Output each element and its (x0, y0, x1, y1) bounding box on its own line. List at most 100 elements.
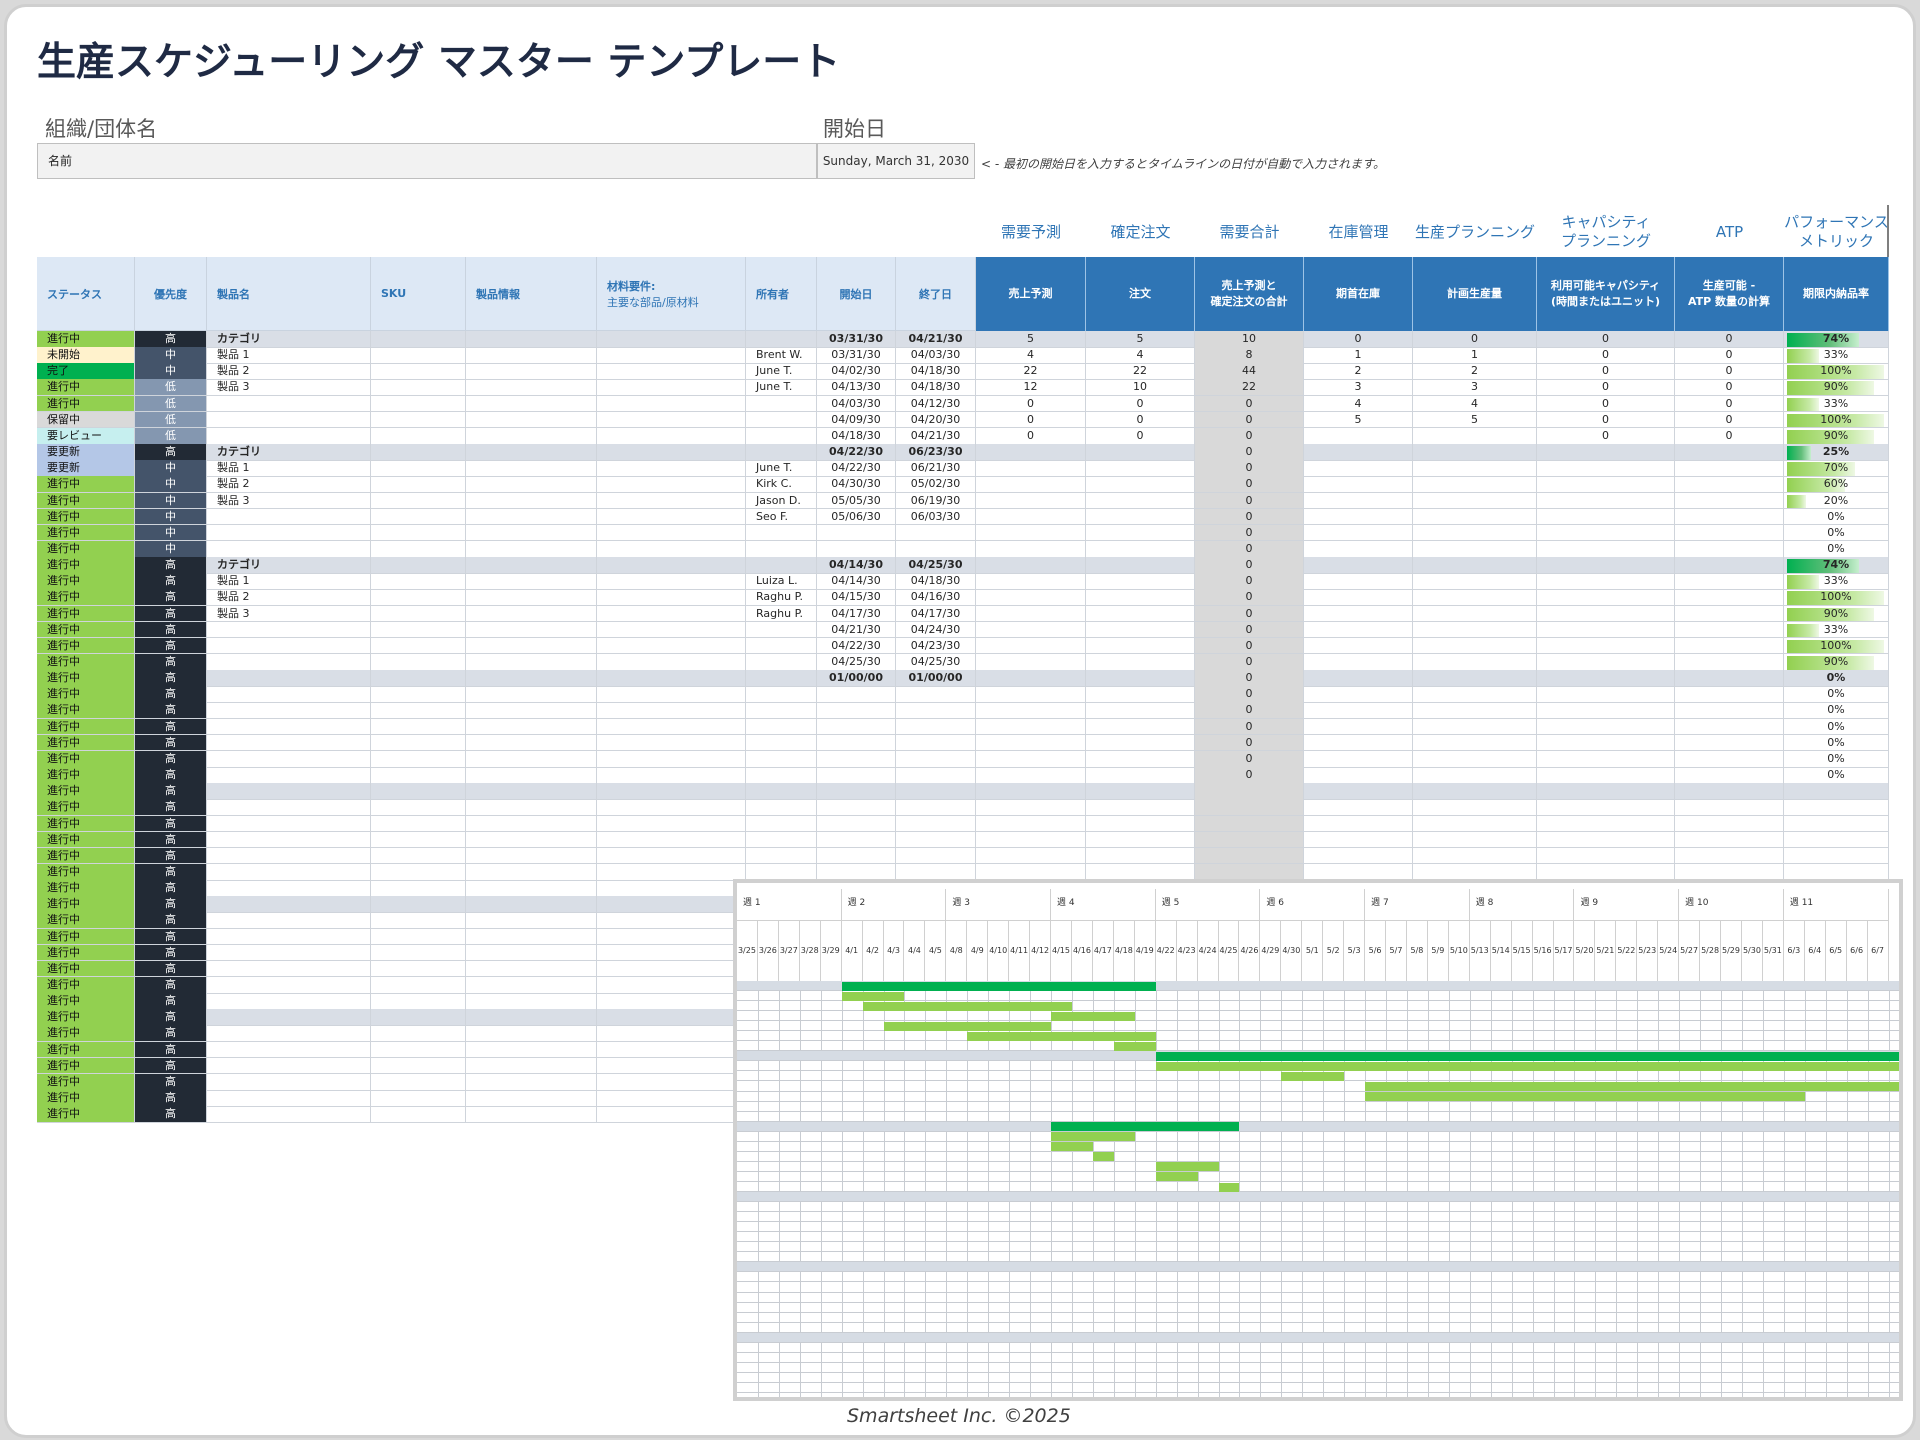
blank-cell[interactable] (371, 557, 466, 574)
owner-cell[interactable]: Brent W. (746, 347, 817, 364)
start-cell[interactable]: 05/05/30 (817, 492, 896, 510)
product-name-cell[interactable] (207, 750, 371, 768)
capacity-cell[interactable] (1537, 654, 1675, 671)
gantt-task-bar[interactable] (883, 1021, 1052, 1031)
blank-cell[interactable] (466, 492, 597, 510)
inventory-cell[interactable] (1304, 702, 1413, 720)
blank-cell[interactable] (371, 928, 466, 946)
planned-cell[interactable] (1413, 670, 1537, 687)
orders-cell[interactable] (1086, 573, 1195, 590)
atp-cell[interactable] (1675, 540, 1784, 558)
blank-cell[interactable] (597, 750, 746, 768)
planned-cell[interactable] (1413, 654, 1537, 671)
on-time-rate-cell[interactable]: 0% (1784, 767, 1889, 784)
column-header-8[interactable]: 開始日 (817, 257, 896, 331)
end-cell[interactable] (896, 524, 976, 542)
orders-cell[interactable] (1086, 508, 1195, 526)
planned-cell[interactable] (1413, 750, 1537, 768)
blank-cell[interactable] (466, 977, 597, 994)
blank-cell[interactable] (466, 540, 597, 558)
product-name-cell[interactable] (207, 896, 371, 913)
blank-cell[interactable] (371, 831, 466, 849)
owner-cell[interactable]: June T. (746, 379, 817, 397)
start-cell[interactable]: 04/13/30 (817, 379, 896, 397)
forecast-cell[interactable] (976, 767, 1086, 784)
atp-cell[interactable] (1675, 734, 1784, 752)
blank-cell[interactable] (466, 686, 597, 703)
start-cell[interactable]: 04/17/30 (817, 605, 896, 623)
product-name-cell[interactable] (207, 912, 371, 930)
end-cell[interactable]: 04/21/30 (896, 331, 976, 348)
orders-cell[interactable] (1086, 815, 1195, 833)
product-name-cell[interactable]: 製品 3 (207, 492, 371, 510)
priority-cell[interactable]: 高 (135, 670, 207, 687)
product-name-cell[interactable]: 製品 2 (207, 476, 371, 493)
status-cell[interactable]: 進行中 (37, 476, 135, 493)
orders-cell[interactable]: 22 (1086, 363, 1195, 380)
blank-cell[interactable] (371, 734, 466, 752)
blank-cell[interactable] (597, 670, 746, 687)
end-cell[interactable]: 04/18/30 (896, 573, 976, 590)
priority-cell[interactable]: 高 (135, 654, 207, 671)
end-cell[interactable] (896, 734, 976, 752)
product-name-cell[interactable] (207, 944, 371, 962)
inventory-cell[interactable] (1304, 524, 1413, 542)
priority-cell[interactable]: 高 (135, 637, 207, 655)
on-time-rate-cell[interactable]: 0% (1784, 540, 1889, 558)
blank-cell[interactable] (597, 1090, 746, 1107)
blank-cell[interactable] (466, 460, 597, 477)
blank-cell[interactable] (466, 734, 597, 752)
owner-cell[interactable]: June T. (746, 460, 817, 477)
status-cell[interactable]: 進行中 (37, 750, 135, 768)
orders-cell[interactable] (1086, 702, 1195, 720)
demand-total-cell[interactable]: 0 (1195, 460, 1304, 477)
blank-cell[interactable] (597, 1025, 746, 1043)
atp-cell[interactable] (1675, 524, 1784, 542)
blank-cell[interactable] (597, 928, 746, 946)
blank-cell[interactable] (466, 427, 597, 445)
atp-cell[interactable] (1675, 783, 1784, 800)
capacity-cell[interactable] (1537, 799, 1675, 816)
orders-cell[interactable] (1086, 444, 1195, 461)
priority-cell[interactable]: 高 (135, 750, 207, 768)
owner-cell[interactable] (746, 783, 817, 800)
blank-cell[interactable] (597, 734, 746, 752)
blank-cell[interactable] (597, 686, 746, 703)
demand-total-cell[interactable]: 0 (1195, 686, 1304, 703)
blank-cell[interactable] (597, 847, 746, 865)
orders-cell[interactable]: 0 (1086, 395, 1195, 413)
blank-cell[interactable] (466, 654, 597, 671)
start-date-field[interactable]: Sunday, March 31, 2030 (817, 143, 975, 179)
on-time-rate-cell[interactable]: 0% (1784, 524, 1889, 542)
column-header-1[interactable]: ステータス (37, 257, 135, 331)
blank-cell[interactable] (597, 1009, 746, 1026)
priority-cell[interactable]: 高 (135, 734, 207, 752)
capacity-cell[interactable] (1537, 831, 1675, 849)
end-cell[interactable]: 04/24/30 (896, 621, 976, 639)
inventory-cell[interactable]: 3 (1304, 379, 1413, 397)
atp-cell[interactable] (1675, 637, 1784, 655)
end-cell[interactable]: 04/20/30 (896, 411, 976, 429)
atp-cell[interactable] (1675, 686, 1784, 703)
blank-cell[interactable] (371, 524, 466, 542)
status-cell[interactable]: 進行中 (37, 799, 135, 816)
gantt-category-bar[interactable] (841, 981, 1156, 991)
product-name-cell[interactable] (207, 1009, 371, 1026)
gantt-task-bar[interactable] (1051, 1132, 1135, 1142)
start-cell[interactable] (817, 847, 896, 865)
orders-cell[interactable] (1086, 750, 1195, 768)
atp-cell[interactable]: 0 (1675, 395, 1784, 413)
blank-cell[interactable] (597, 831, 746, 849)
priority-cell[interactable]: 高 (135, 993, 207, 1010)
inventory-cell[interactable]: 5 (1304, 411, 1413, 429)
blank-cell[interactable] (371, 476, 466, 493)
blank-cell[interactable] (597, 508, 746, 526)
demand-total-cell[interactable]: 0 (1195, 411, 1304, 429)
capacity-cell[interactable] (1537, 605, 1675, 623)
blank-cell[interactable] (466, 718, 597, 736)
demand-total-cell[interactable] (1195, 847, 1304, 865)
atp-cell[interactable] (1675, 589, 1784, 607)
blank-cell[interactable] (597, 557, 746, 574)
blank-cell[interactable] (597, 379, 746, 397)
on-time-rate-cell[interactable]: 20% (1784, 492, 1889, 510)
